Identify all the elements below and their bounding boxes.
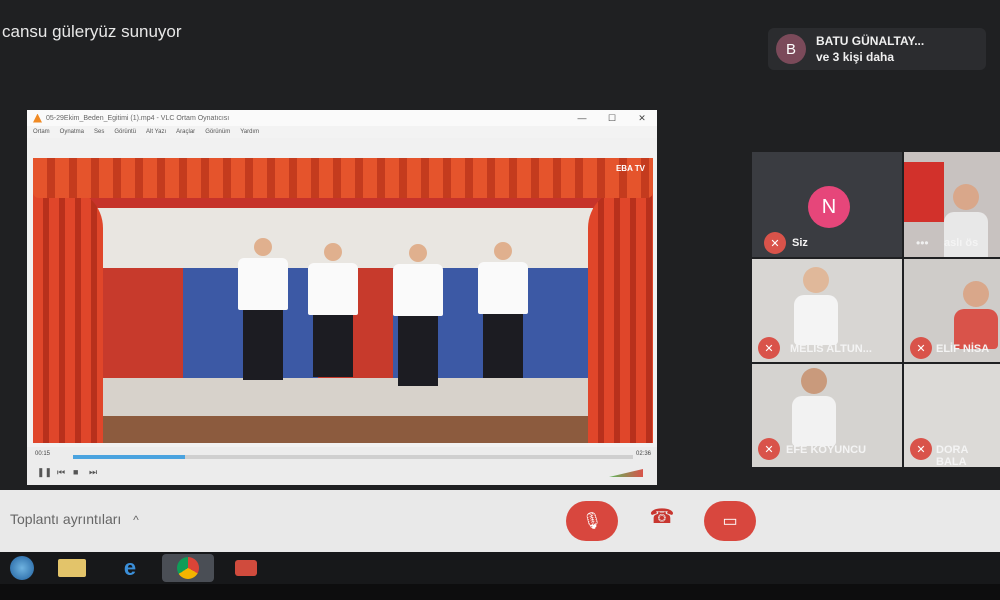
menu-gorunum[interactable]: Görünüm xyxy=(205,129,230,135)
mic-off-icon: ✕ xyxy=(758,337,780,359)
start-button[interactable] xyxy=(4,554,40,582)
tile-participant[interactable]: ✕ ELİF NİSA xyxy=(904,259,1000,362)
camera-off-icon: ▭ xyxy=(722,513,738,530)
vlc-cone-icon xyxy=(33,113,42,123)
meet-controls-bar: Toplantı ayrıntıları ^ 🎙 ☎ ▭ xyxy=(0,490,1000,552)
camera-toggle-button[interactable]: ▭ xyxy=(704,501,756,541)
curtain-left xyxy=(33,188,103,443)
folder-icon xyxy=(58,559,86,577)
menu-yardim[interactable]: Yardım xyxy=(240,129,259,135)
meeting-details-label: Toplantı ayrıntıları xyxy=(10,511,122,527)
taskbar-explorer[interactable] xyxy=(46,554,98,582)
avatar: B xyxy=(776,34,806,64)
maximize-button[interactable]: ☐ xyxy=(597,113,627,124)
mic-off-icon: 🎙 xyxy=(581,513,603,530)
participant-video xyxy=(794,267,838,345)
avatar: N xyxy=(808,186,850,228)
tile-name: aslı ös xyxy=(944,237,979,249)
mic-off-icon: ✕ xyxy=(758,438,780,460)
menu-ses[interactable]: Ses xyxy=(94,129,104,135)
windows-logo-icon xyxy=(10,556,34,580)
tile-name: MELİS ALTUN... xyxy=(790,343,872,355)
menu-araclar[interactable]: Araçlar xyxy=(176,129,195,135)
dancer xyxy=(478,242,528,378)
presenter-label: cansu güleryüz sunuyor xyxy=(2,22,182,41)
participants-chip[interactable]: B BATU GÜNALTAY... ve 3 kişi daha xyxy=(768,28,986,70)
tile-participant[interactable]: ✕ EFE KOYUNCU xyxy=(752,364,902,467)
screen-bezel xyxy=(0,584,1000,600)
time-elapsed: 00:15 xyxy=(35,451,51,457)
tile-participant[interactable]: ✕ DORA BALA xyxy=(904,364,1000,467)
participant-others: ve 3 kişi daha xyxy=(816,50,895,64)
tile-self[interactable]: N ✕ Siz xyxy=(752,152,902,257)
time-total: 02:36 xyxy=(635,451,651,457)
participant-grid: N ✕ Siz aslı ös ••• ✕ MELİS ALTUN... ✕ E… xyxy=(752,152,1000,467)
previous-icon[interactable]: ⏮ xyxy=(57,467,65,478)
stop-icon[interactable]: ■ xyxy=(73,467,78,477)
flag xyxy=(904,162,944,222)
tile-name: EFE KOYUNCU xyxy=(786,444,867,456)
menu-alt-yazi[interactable]: Alt Yazı xyxy=(146,129,166,135)
meet-stage: cansu güleryüz sunuyor B BATU GÜNALTAY..… xyxy=(0,0,1000,500)
minimize-button[interactable]: — xyxy=(567,113,597,123)
taskbar-ie[interactable]: e xyxy=(104,554,156,582)
curtain-right xyxy=(588,188,653,443)
tile-name: DORA BALA xyxy=(936,444,968,467)
menu-ortam[interactable]: Ortam xyxy=(33,129,50,135)
chevron-up-icon: ^ xyxy=(133,513,139,527)
mic-off-icon: ✕ xyxy=(764,232,786,254)
vlc-controls: 00:15 02:36 ❚❚ ⏮ ■ ⏭ xyxy=(27,447,657,485)
tile-name: Siz xyxy=(792,237,808,249)
next-icon[interactable]: ⏭ xyxy=(89,467,97,478)
tile-name: ELİF NİSA xyxy=(936,343,990,355)
vlc-window: 05-29Ekim_Beden_Egitimi (1).mp4 - VLC Or… xyxy=(27,110,657,485)
mic-off-icon: ✕ xyxy=(910,438,932,460)
close-button[interactable]: ✕ xyxy=(627,113,657,124)
participant-name: BATU GÜNALTAY... xyxy=(816,34,925,48)
chrome-icon xyxy=(177,557,199,579)
mic-off-icon: ✕ xyxy=(910,337,932,359)
dancer xyxy=(238,238,288,380)
vlc-window-title: 05-29Ekim_Beden_Egitimi (1).mp4 - VLC Or… xyxy=(46,114,230,122)
stage-front xyxy=(93,416,593,443)
taskbar-vlc[interactable] xyxy=(220,554,272,582)
menu-oynatma[interactable]: Oynatma xyxy=(60,129,84,135)
tile-participant[interactable]: aslı ös ••• xyxy=(904,152,1000,257)
play-pause-icon[interactable]: ❚❚ xyxy=(37,467,52,478)
taskbar: e xyxy=(0,552,1000,584)
taskbar-chrome[interactable] xyxy=(162,554,214,582)
participant-video xyxy=(792,368,836,446)
mic-toggle-button[interactable]: 🎙 xyxy=(566,501,618,541)
video-frame[interactable]: EBA TV xyxy=(33,158,653,443)
seek-bar[interactable] xyxy=(73,455,633,459)
curtain-valance xyxy=(33,158,653,198)
stage-floor xyxy=(93,378,593,418)
participant-video xyxy=(954,281,998,349)
media-player-icon xyxy=(235,560,257,576)
meeting-details-button[interactable]: Toplantı ayrıntıları ^ xyxy=(10,511,139,527)
volume-slider[interactable] xyxy=(609,469,643,477)
seek-progress xyxy=(73,455,185,459)
vlc-menubar: Ortam Oynatma Ses Görüntü Alt Yazı Araçl… xyxy=(27,126,657,138)
tv-logo: EBA TV xyxy=(615,164,645,173)
tile-participant[interactable]: ✕ MELİS ALTUN... xyxy=(752,259,902,362)
more-icon[interactable]: ••• xyxy=(916,236,929,250)
vlc-titlebar: 05-29Ekim_Beden_Egitimi (1).mp4 - VLC Or… xyxy=(27,110,657,126)
ie-icon: e xyxy=(123,555,137,580)
dancer xyxy=(393,244,443,386)
dancer xyxy=(308,243,358,377)
hang-up-icon[interactable]: ☎ xyxy=(648,504,676,528)
menu-goruntu[interactable]: Görüntü xyxy=(114,129,136,135)
